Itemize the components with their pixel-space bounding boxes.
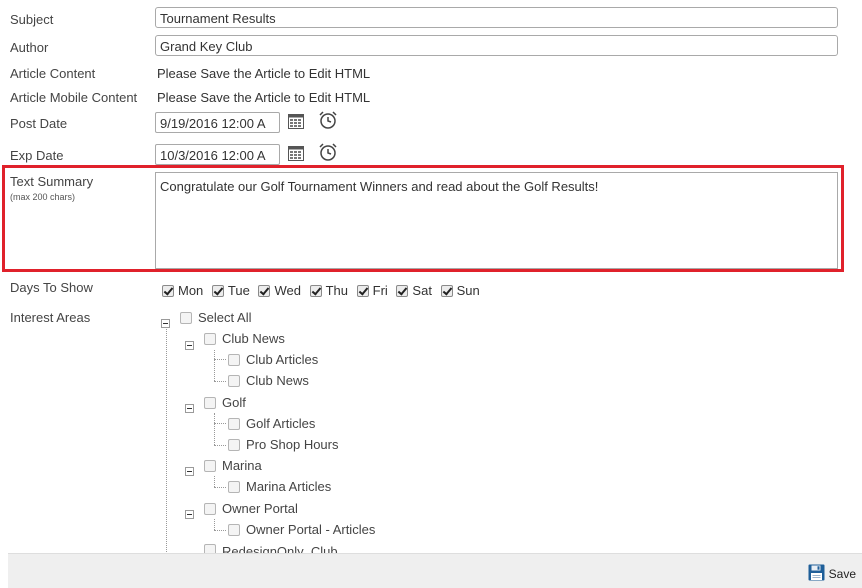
- checkbox[interactable]: [228, 374, 240, 387]
- tree-node-owner-portal-articles[interactable]: Owner Portal - Articles: [228, 522, 375, 537]
- checkbox-checked[interactable]: [162, 284, 174, 297]
- checkbox[interactable]: [228, 438, 240, 451]
- tree-node-label: Owner Portal: [222, 501, 298, 516]
- checkbox[interactable]: [204, 544, 216, 553]
- tree-line: [214, 381, 226, 382]
- tree-node-label: Marina Articles: [246, 479, 332, 494]
- day-label: Mon: [178, 283, 204, 298]
- collapse-toggle-icon[interactable]: [185, 404, 194, 413]
- day-checkbox-wed[interactable]: Wed: [258, 283, 301, 298]
- checkbox[interactable]: [204, 502, 216, 515]
- tree-node-label: Club Articles: [246, 352, 319, 367]
- checkbox[interactable]: [180, 311, 192, 324]
- post-date-label: Post Date: [10, 116, 68, 131]
- checkbox[interactable]: [228, 353, 240, 366]
- tree-node-golf-articles[interactable]: Golf Articles: [228, 416, 315, 431]
- tree-node-label: Owner Portal - Articles: [246, 522, 376, 537]
- collapse-toggle-icon[interactable]: [185, 341, 194, 350]
- checkbox-checked[interactable]: [356, 284, 369, 297]
- tree-node-owner-portal[interactable]: Owner Portal: [204, 501, 298, 516]
- checkbox[interactable]: [204, 459, 216, 472]
- checkbox[interactable]: [228, 523, 240, 536]
- day-checkbox-sun[interactable]: Sun: [440, 283, 480, 298]
- checkbox-checked[interactable]: [396, 284, 409, 297]
- tree-node-marina-articles[interactable]: Marina Articles: [228, 479, 331, 494]
- tree-line: [214, 487, 226, 488]
- tree-node-label: RedesignOnly_Club: [222, 544, 338, 553]
- exp-date-label: Exp Date: [10, 148, 64, 163]
- tree-node-select-all[interactable]: Select All: [180, 310, 251, 325]
- days-to-show-label: Days To Show: [10, 280, 93, 295]
- author-label: Author: [10, 40, 49, 55]
- tree-node-club-news-child[interactable]: Club News: [228, 373, 309, 388]
- floppy-disk-icon: [808, 564, 825, 584]
- calendar-icon[interactable]: [288, 114, 304, 132]
- checkbox[interactable]: [204, 332, 216, 345]
- tree-node-label: Select All: [198, 310, 252, 325]
- tree-node-label: Club News: [246, 373, 309, 388]
- day-checkbox-sat[interactable]: Sat: [396, 283, 432, 298]
- day-checkbox-tue[interactable]: Tue: [211, 283, 250, 298]
- tree-node-pro-shop-hours[interactable]: Pro Shop Hours: [228, 437, 339, 452]
- day-label: Thu: [325, 283, 348, 298]
- article-mobile-content-label: Article Mobile Content: [10, 90, 138, 105]
- tree-node-golf[interactable]: Golf: [204, 395, 246, 410]
- article-content-text: Please Save the Article to Edit HTML: [157, 66, 371, 81]
- day-checkbox-fri[interactable]: Fri: [356, 283, 388, 298]
- checkbox-checked[interactable]: [440, 284, 453, 297]
- tree-node-label: Golf Articles: [246, 416, 316, 431]
- tree-node-label: Golf: [222, 395, 246, 410]
- collapse-toggle-icon[interactable]: [185, 510, 194, 519]
- calendar-icon[interactable]: [288, 146, 304, 164]
- tree-line: [214, 359, 226, 360]
- save-button[interactable]: Save: [808, 564, 856, 584]
- post-date-input[interactable]: 9/19/2016 12:00 A: [155, 112, 280, 133]
- author-input[interactable]: Grand Key Club: [155, 35, 838, 56]
- checkbox[interactable]: [228, 417, 240, 430]
- bottom-toolbar: Save: [8, 553, 862, 588]
- article-content-label: Article Content: [10, 66, 96, 81]
- subject-input[interactable]: Tournament Results: [155, 7, 838, 28]
- tree-line: [166, 322, 167, 552]
- day-label: Wed: [274, 283, 301, 298]
- exp-date-input[interactable]: 10/3/2016 12:00 A: [155, 144, 280, 165]
- checkbox[interactable]: [204, 396, 216, 409]
- tree-node-club-articles[interactable]: Club Articles: [228, 352, 318, 367]
- tree-line: [214, 350, 215, 381]
- tree-node-redesign-only[interactable]: RedesignOnly_Club: [204, 544, 338, 553]
- alarm-clock-icon[interactable]: [318, 142, 338, 165]
- interest-areas-label: Interest Areas: [10, 310, 91, 325]
- alarm-clock-icon[interactable]: [318, 110, 338, 133]
- days-to-show-group: Mon Tue Wed Thu Fri Sat Sun: [162, 283, 485, 300]
- checkbox[interactable]: [228, 480, 240, 493]
- tree-node-label: Club News: [222, 331, 285, 346]
- collapse-toggle-icon[interactable]: [161, 319, 170, 328]
- day-checkbox-thu[interactable]: Thu: [309, 283, 348, 298]
- day-label: Sun: [456, 283, 480, 298]
- day-label: Sat: [412, 283, 432, 298]
- checkbox-checked[interactable]: [258, 284, 271, 297]
- checkbox-checked[interactable]: [309, 284, 322, 297]
- day-checkbox-mon[interactable]: Mon: [162, 283, 203, 298]
- checkbox-checked[interactable]: [211, 284, 224, 297]
- tree-node-marina[interactable]: Marina: [204, 458, 262, 473]
- day-label: Tue: [227, 283, 250, 298]
- subject-label: Subject: [10, 12, 54, 27]
- tree-line: [214, 423, 226, 424]
- tree-node-club-news[interactable]: Club News: [204, 331, 285, 346]
- tree-line: [214, 445, 226, 446]
- tree-line: [214, 519, 215, 530]
- tree-line: [214, 530, 226, 531]
- tree-node-label: Marina: [222, 458, 262, 473]
- highlight-box: [2, 165, 844, 272]
- save-button-label: Save: [828, 567, 856, 581]
- tree-line: [214, 476, 215, 487]
- tree-node-label: Pro Shop Hours: [246, 437, 339, 452]
- article-mobile-content-text: Please Save the Article to Edit HTML: [157, 90, 371, 105]
- tree-line: [214, 413, 215, 445]
- day-label: Fri: [372, 283, 388, 298]
- collapse-toggle-icon[interactable]: [185, 467, 194, 476]
